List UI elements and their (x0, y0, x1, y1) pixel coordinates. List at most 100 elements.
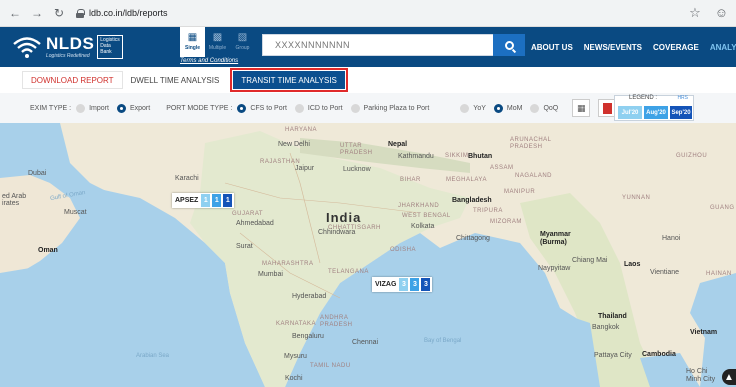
label-nagaland: NAGALAND (515, 173, 553, 179)
label-bangladesh: Bangladesh (452, 197, 492, 204)
marker-name: APSEZ (175, 197, 199, 204)
top-nav: ABOUT US NEWS/EVENTS COVERAGE ANALYTIC (531, 27, 736, 67)
account-icon[interactable]: ☺ (715, 5, 728, 21)
port-mode-type-label: PORT MODE TYPE : (166, 104, 233, 112)
ldb-badge: Logistics Data Bank (97, 35, 123, 59)
brand-name: NLDS (46, 34, 95, 53)
export-label: Export (129, 104, 151, 112)
qoq-radio[interactable] (530, 103, 540, 113)
import-label: Import (89, 104, 109, 112)
legend-unit: HRS (677, 95, 688, 101)
mom-label: MoM (506, 104, 523, 112)
label-arabian-sea: Arabian Sea (136, 353, 170, 359)
marker-aug20-value: 3 (410, 278, 420, 291)
legend-box: LEGEND : HRS Jul'20 Aug'20 Sep'20 (614, 95, 694, 121)
label-karnataka: KARNATAKA (276, 321, 316, 327)
nav-news-events[interactable]: NEWS/EVENTS (584, 43, 642, 52)
container-search (262, 34, 494, 56)
label-naypyitaw: Naypyitaw (538, 265, 571, 272)
label-guangxi: GUANG (710, 205, 735, 211)
mode-group[interactable]: ▧ Group (230, 27, 255, 57)
icd-to-port-radio[interactable] (294, 103, 304, 113)
mode-multiple[interactable]: ▩ Multiple (205, 27, 230, 57)
nlds-logo[interactable]: NLDS Logistics Redefined Logistics Data … (0, 27, 160, 67)
yoy-radio[interactable] (460, 103, 470, 113)
tab-download-report[interactable]: DOWNLOAD REPORT (22, 71, 123, 89)
label-telangana: TELANGANA (328, 269, 369, 275)
accessibility-icon[interactable]: ▲ (722, 369, 736, 385)
label-guizhou: GUIZHOU (676, 153, 708, 159)
label-surat: Surat (236, 243, 253, 250)
label-jaipur: Jaipur (295, 165, 315, 172)
search-icon (504, 40, 514, 50)
label-hyderabad: Hyderabad (292, 293, 327, 300)
terms-link[interactable]: Terms and Conditions (180, 58, 238, 64)
url-text: ldb.co.in/ldb/reports (89, 8, 168, 18)
address-bar[interactable]: ldb.co.in/ldb/reports (76, 4, 168, 22)
label-manipur: MANIPUR (504, 189, 536, 195)
import-radio[interactable] (76, 103, 86, 113)
label-new-delhi: New Delhi (278, 141, 310, 148)
label-chhindwara: Chhindwara (318, 229, 356, 236)
forward-arrow-icon[interactable]: → (30, 6, 44, 20)
marker-vizag[interactable]: VIZAG 3 3 3 (372, 277, 433, 292)
parking-plaza-label: Parking Plaza to Port (363, 104, 430, 112)
export-radio[interactable] (116, 103, 126, 113)
mode-single[interactable]: ▦ Single (180, 27, 205, 57)
nav-coverage[interactable]: COVERAGE (653, 43, 699, 52)
label-maharashtra: MAHARASHTRA (262, 261, 314, 267)
label-haryana: HARYANA (285, 127, 317, 133)
legend-aug20: Aug'20 (644, 106, 668, 119)
mode-label: Single (184, 45, 200, 51)
calendar-button[interactable]: ▦ (572, 99, 591, 117)
label-chittagong: Chittagong (456, 235, 490, 242)
label-oman: Oman (38, 247, 58, 254)
label-hanoi: Hanoi (662, 235, 681, 242)
filter-bar: EXIM TYPE : Import Export PORT MODE TYPE… (0, 93, 736, 123)
label-myanmar: Myanmar (Burma) (540, 231, 571, 246)
multiple-container-icon: ▩ (212, 32, 223, 43)
parking-plaza-radio[interactable] (350, 103, 360, 113)
marker-jul20-value: 1 (201, 194, 211, 207)
search-button[interactable] (493, 34, 525, 56)
marker-aug20-value: 1 (212, 194, 222, 207)
label-kathmandu: Kathmandu (398, 153, 434, 160)
label-thailand: Thailand (598, 313, 627, 320)
marker-jul20-value: 3 (399, 278, 409, 291)
label-vientiane: Vientiane (650, 269, 680, 276)
ldb-badge-line: Bank (100, 49, 112, 55)
legend-sep20: Sep'20 (670, 106, 692, 119)
mom-radio[interactable] (493, 103, 503, 113)
tab-dwell-time-analysis[interactable]: DWELL TIME ANALYSIS (123, 71, 228, 89)
label-chiang-mai: Chiang Mai (572, 257, 608, 264)
label-bay-of-bengal: Bay of Bengal (424, 338, 462, 344)
map-view[interactable]: HARYANA New Delhi UTTAR PRADESH Nepal Ka… (0, 123, 736, 387)
back-arrow-icon[interactable]: ← (8, 6, 22, 20)
marker-name: VIZAG (375, 281, 397, 288)
label-odisha: ODISHA (390, 247, 417, 253)
marker-apsez[interactable]: APSEZ 1 1 1 (172, 193, 235, 208)
nav-analytics[interactable]: ANALYTIC (710, 43, 736, 52)
label-mumbai: Mumbai (258, 271, 283, 278)
reload-icon[interactable]: ↻ (52, 6, 66, 20)
nav-about-us[interactable]: ABOUT US (531, 43, 573, 52)
map-land-shapes (0, 123, 736, 387)
label-meghalaya: MEGHALAYA (446, 177, 487, 183)
label-bangkok: Bangkok (592, 324, 620, 331)
label-andhra-pradesh: ANDHRA PRADESH (320, 315, 353, 328)
tab-transit-time-analysis[interactable]: TRANSIT TIME ANALYSIS (230, 68, 348, 92)
label-pattaya: Pattaya City (594, 352, 632, 359)
label-lucknow: Lucknow (343, 166, 371, 173)
label-chennai: Chennai (352, 339, 379, 346)
label-laos: Laos (624, 261, 641, 268)
legend-title: LEGEND : (629, 95, 658, 101)
lock-icon (76, 8, 85, 18)
label-ho-chi-minh: Ho Chi Minh City (686, 368, 716, 383)
container-search-input[interactable] (263, 35, 493, 55)
cfs-to-port-radio[interactable] (237, 103, 247, 113)
label-yunnan: YUNNAN (622, 195, 651, 201)
label-gujarat: GUJARAT (232, 211, 264, 217)
label-uttar-pradesh: UTTAR PRADESH (340, 143, 373, 156)
label-vietnam: Vietnam (690, 329, 718, 336)
star-icon[interactable]: ☆ (689, 5, 701, 21)
